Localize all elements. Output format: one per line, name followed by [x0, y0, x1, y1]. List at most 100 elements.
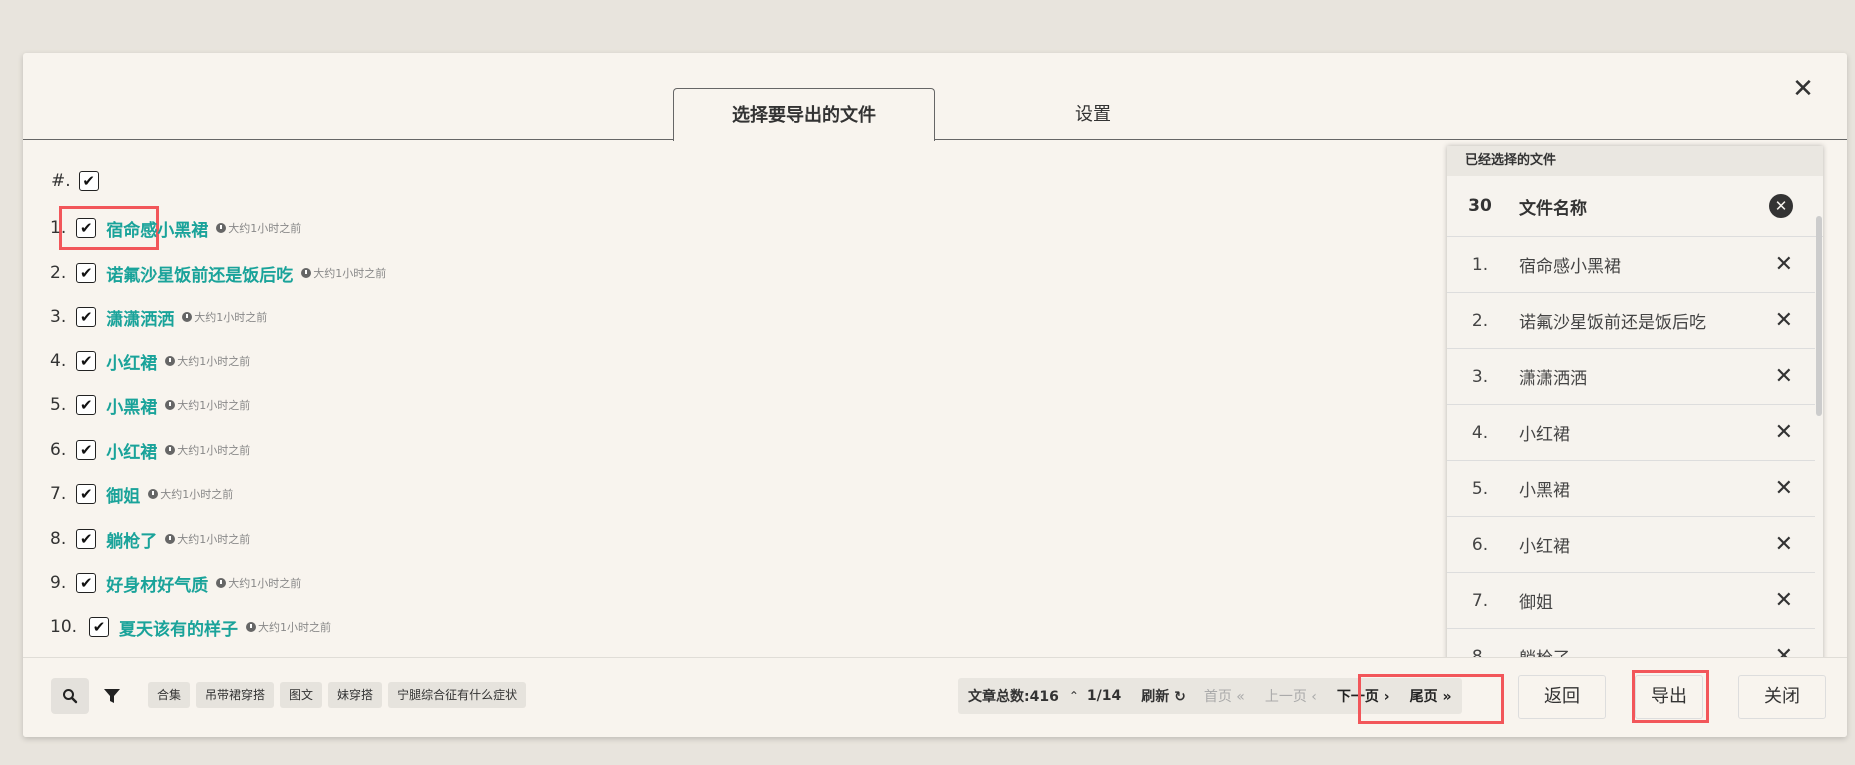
item-title[interactable]: 夏天该有的样子 — [119, 615, 238, 640]
item-time: 大约1小时之前 — [165, 442, 250, 458]
prev-page-button[interactable]: 上一页 ‹ — [1255, 686, 1327, 706]
item-time: 大约1小时之前 — [165, 531, 250, 547]
file-list: #. ✔ 1. ✔ 宿命感小黑裙 大约1小时之前 2. ✔ 诺氟沙星饭前还是饭后吃 大约1小时… — [23, 141, 1443, 709]
hash-label: #. — [51, 171, 71, 191]
item-time: 大约1小时之前 — [165, 397, 250, 413]
refresh-button[interactable]: 刷新 ↻ — [1129, 686, 1194, 706]
tag-chip[interactable]: 图文 — [280, 682, 323, 708]
item-title[interactable]: 小红裙 — [106, 438, 157, 463]
tag-chip[interactable]: 妹穿搭 — [328, 682, 383, 708]
export-button[interactable]: 导出 — [1635, 675, 1703, 719]
item-title[interactable]: 御姐 — [106, 482, 140, 507]
item-time: 大约1小时之前 — [246, 619, 331, 635]
item-title[interactable]: 宿命感小黑裙 — [106, 216, 208, 241]
remove-icon[interactable]: ✕ — [1775, 252, 1793, 277]
search-button[interactable] — [51, 678, 89, 714]
select-all-checkbox[interactable]: ✔ — [78, 171, 99, 191]
next-page-button[interactable]: 下一页 › — [1327, 686, 1400, 706]
page-indicator: 1/14 — [1086, 688, 1122, 704]
item-time: 大约1小时之前 — [216, 220, 301, 236]
list-item[interactable]: 5. ✔ 小黑裙 大约1小时之前 — [50, 385, 250, 425]
tag-chip[interactable]: 吊带裙穿搭 — [196, 682, 275, 708]
item-checkbox[interactable]: ✔ — [76, 440, 97, 460]
export-dialog: ✕ 选择要导出的文件 设置 #. ✔ 1. ✔ 宿命感小黑裙 大约1小时之前 2. ✔ 诺氟… — [23, 53, 1847, 737]
item-checkbox[interactable]: ✔ — [76, 307, 97, 327]
item-number: 8. — [50, 529, 67, 549]
item-checkbox[interactable]: ✔ — [76, 395, 97, 415]
selected-item: 3. 潇潇洒洒 ✕ — [1447, 349, 1815, 405]
item-number: 10. — [50, 617, 78, 637]
item-time: 大约1小时之前 — [216, 575, 301, 591]
list-item[interactable]: 7. ✔ 御姐 大约1小时之前 — [50, 474, 233, 514]
list-item[interactable]: 1. ✔ 宿命感小黑裙 大约1小时之前 — [50, 208, 301, 248]
remove-icon[interactable]: ✕ — [1775, 588, 1793, 613]
tabs-divider — [23, 139, 1847, 140]
clock-icon — [148, 489, 159, 499]
item-title[interactable]: 小红裙 — [106, 349, 157, 374]
selected-files-header: 已经选择的文件 — [1447, 146, 1823, 176]
item-time: 大约1小时之前 — [148, 486, 233, 502]
item-checkbox[interactable]: ✔ — [76, 218, 97, 238]
item-checkbox[interactable]: ✔ — [76, 351, 97, 371]
item-number: 7. — [50, 484, 67, 504]
selected-item: 4. 小红裙 ✕ — [1447, 405, 1815, 461]
list-item[interactable]: 6. ✔ 小红裙 大约1小时之前 — [50, 430, 250, 470]
remove-icon[interactable]: ✕ — [1775, 476, 1793, 501]
item-title[interactable]: 躺枪了 — [106, 527, 157, 552]
item-number: 5. — [50, 395, 67, 415]
selected-item-name: 小黑裙 — [1519, 481, 1570, 501]
list-item[interactable]: 2. ✔ 诺氟沙星饭前还是饭后吃 大约1小时之前 — [50, 253, 386, 293]
back-button[interactable]: 返回 — [1518, 675, 1606, 719]
selected-item-name: 御姐 — [1519, 593, 1553, 613]
item-checkbox[interactable]: ✔ — [76, 529, 97, 549]
item-number: 4. — [50, 351, 67, 371]
item-checkbox[interactable]: ✔ — [76, 263, 97, 283]
clear-all-icon[interactable]: ✕ — [1769, 194, 1793, 218]
item-title[interactable]: 诺氟沙星饭前还是饭后吃 — [106, 261, 293, 286]
clock-icon — [165, 534, 176, 544]
item-checkbox[interactable]: ✔ — [89, 617, 110, 637]
list-item[interactable]: 8. ✔ 躺枪了 大约1小时之前 — [50, 519, 250, 559]
selected-item: 7. 御姐 ✕ — [1447, 573, 1815, 629]
clock-icon — [216, 223, 227, 233]
item-checkbox[interactable]: ✔ — [76, 573, 97, 593]
sort-icon[interactable]: ⌃ — [1069, 689, 1079, 703]
file-name-column: 文件名称 — [1519, 198, 1587, 219]
close-icon[interactable]: ✕ — [1789, 75, 1817, 103]
scrollbar[interactable] — [1815, 176, 1823, 711]
tab-select-files[interactable]: 选择要导出的文件 — [673, 88, 935, 141]
last-page-button[interactable]: 尾页 » — [1400, 686, 1462, 706]
tab-settings[interactable]: 设置 — [1013, 88, 1173, 140]
filter-button[interactable] — [93, 678, 131, 714]
selected-item-name: 诺氟沙星饭前还是饭后吃 — [1519, 313, 1706, 333]
item-title[interactable]: 小黑裙 — [106, 393, 157, 418]
first-page-button[interactable]: 首页 « — [1194, 686, 1255, 706]
refresh-icon: ↻ — [1174, 689, 1186, 705]
clock-icon — [165, 356, 176, 366]
list-item[interactable]: 4. ✔ 小红裙 大约1小时之前 — [50, 341, 250, 381]
remove-icon[interactable]: ✕ — [1775, 364, 1793, 389]
list-item[interactable]: 10. ✔ 夏天该有的样子 大约1小时之前 — [50, 607, 331, 647]
total-count: 文章总数:416 — [968, 689, 1059, 705]
clock-icon — [165, 400, 176, 410]
remove-icon[interactable]: ✕ — [1775, 420, 1793, 445]
item-title[interactable]: 好身材好气质 — [106, 571, 208, 596]
item-time: 大约1小时之前 — [182, 309, 267, 325]
pagination: 文章总数:416 ⌃ 1/14 刷新 ↻ 首页 « 上一页 ‹ 下一页 › 尾页… — [958, 678, 1462, 714]
tag-chip[interactable]: 宁腿综合征有什么症状 — [388, 682, 527, 708]
remove-icon[interactable]: ✕ — [1775, 532, 1793, 557]
item-checkbox[interactable]: ✔ — [76, 484, 97, 504]
select-all-row: #. ✔ — [51, 161, 99, 201]
close-button[interactable]: 关闭 — [1738, 675, 1826, 719]
list-item[interactable]: 9. ✔ 好身材好气质 大约1小时之前 — [50, 563, 301, 603]
item-time: 大约1小时之前 — [301, 265, 386, 281]
filter-icon — [104, 689, 120, 703]
clock-icon — [182, 312, 193, 322]
list-item[interactable]: 3. ✔ 潇潇洒洒 大约1小时之前 — [50, 297, 267, 337]
tag-chip[interactable]: 合集 — [148, 682, 191, 708]
clock-icon — [246, 622, 257, 632]
item-number: 1. — [50, 218, 67, 238]
remove-icon[interactable]: ✕ — [1775, 308, 1793, 333]
item-number: 6. — [50, 440, 67, 460]
item-title[interactable]: 潇潇洒洒 — [106, 305, 174, 330]
